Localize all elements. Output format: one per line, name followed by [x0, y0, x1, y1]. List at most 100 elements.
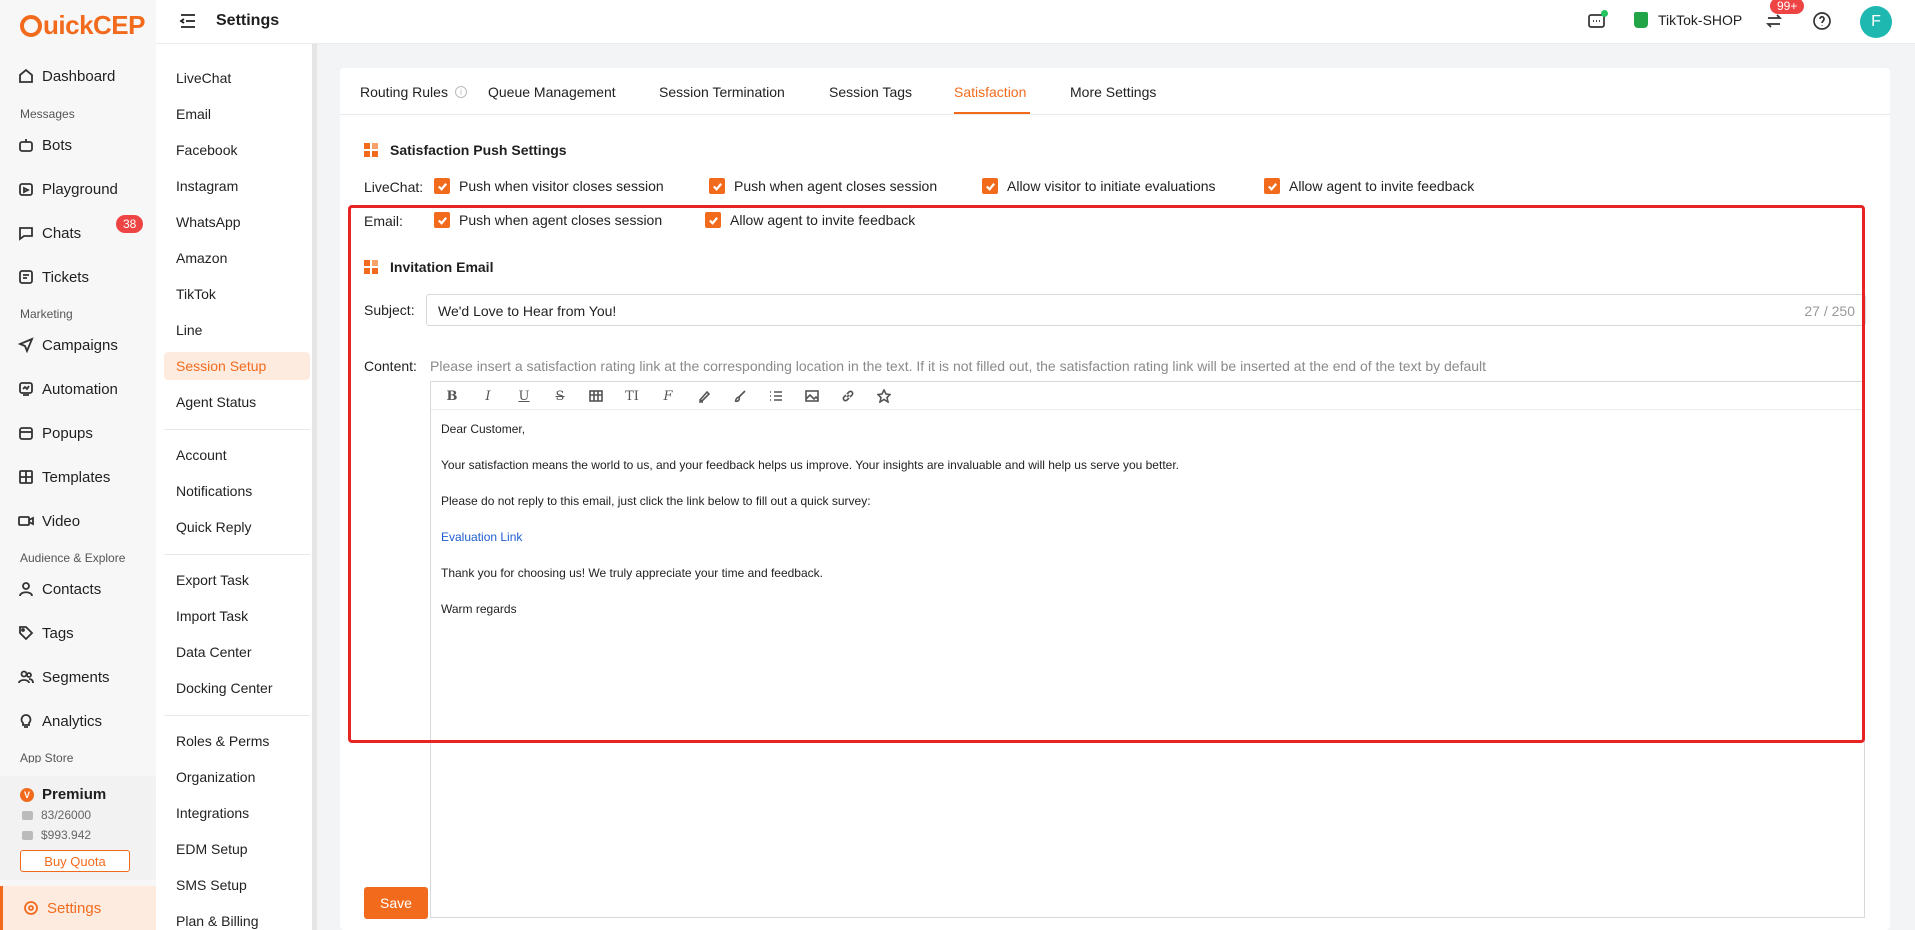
checkbox-checked-icon	[709, 178, 725, 194]
subject-char-count: 27 / 250	[1804, 303, 1855, 319]
content-label: Content:	[364, 358, 417, 374]
bold-icon[interactable]: B	[444, 388, 460, 404]
nav-analytics[interactable]: Analytics	[18, 709, 102, 733]
nav-section-audience: Audience & Explore	[20, 551, 126, 565]
info-icon[interactable]: i	[454, 86, 467, 98]
user-avatar[interactable]: F	[1860, 6, 1892, 38]
submenu-instagram[interactable]: Instagram	[176, 178, 238, 194]
menu-collapse-icon[interactable]	[178, 11, 198, 31]
image-icon[interactable]	[804, 388, 820, 404]
checkbox-livechat-visitor-evaluations[interactable]: Allow visitor to initiate evaluations	[982, 178, 1216, 194]
submenu-email[interactable]: Email	[176, 106, 211, 122]
list-icon[interactable]	[768, 388, 784, 404]
shop-selector[interactable]: TikTok-SHOP	[1634, 12, 1742, 28]
submenu-line[interactable]: Line	[176, 322, 202, 338]
submenu-session-setup[interactable]: Session Setup	[164, 352, 310, 380]
video-icon	[18, 513, 34, 529]
table-icon[interactable]	[588, 388, 604, 404]
nav-templates[interactable]: Templates	[18, 465, 110, 489]
chat-icon	[18, 225, 34, 241]
submenu-import-task[interactable]: Import Task	[176, 608, 248, 624]
save-button[interactable]: Save	[364, 887, 428, 919]
tab-routing-rules[interactable]: Routing Rules i	[360, 84, 467, 100]
nav-video[interactable]: Video	[18, 509, 80, 533]
top-bar: Settings TikTok-SHOP 99+ F	[156, 0, 1915, 44]
section-grid-icon	[364, 143, 378, 157]
nav-dashboard[interactable]: Dashboard	[18, 64, 115, 88]
submenu-sms-setup[interactable]: SMS Setup	[176, 877, 247, 893]
tab-session-tags[interactable]: Session Tags	[829, 84, 912, 100]
submenu-agent-status[interactable]: Agent Status	[176, 394, 256, 410]
star-icon[interactable]	[876, 388, 892, 404]
submenu-livechat[interactable]: LiveChat	[176, 70, 231, 86]
tab-more-settings[interactable]: More Settings	[1070, 84, 1156, 100]
nav-playground[interactable]: Playground	[18, 177, 118, 201]
nav-automation[interactable]: Automation	[18, 377, 118, 401]
submenu-divider	[164, 554, 310, 555]
submenu-roles-perms[interactable]: Roles & Perms	[176, 733, 269, 749]
submenu-export-task[interactable]: Export Task	[176, 572, 249, 588]
nav-settings[interactable]: Settings	[0, 886, 156, 930]
submenu-amazon[interactable]: Amazon	[176, 250, 227, 266]
nav-tags[interactable]: Tags	[18, 621, 74, 645]
strikethrough-icon[interactable]: S	[552, 388, 568, 404]
subject-value: We'd Love to Hear from You!	[438, 303, 617, 319]
submenu-plan-billing[interactable]: Plan & Billing	[176, 913, 259, 929]
editor-toolbar: B I U S TI F	[431, 382, 1864, 410]
checkbox-livechat-agent-closes[interactable]: Push when agent closes session	[709, 178, 937, 194]
submenu-edm-setup[interactable]: EDM Setup	[176, 841, 248, 857]
submenu-integrations[interactable]: Integrations	[176, 805, 249, 821]
checkbox-checked-icon	[434, 212, 450, 228]
checkbox-livechat-agent-invite[interactable]: Allow agent to invite feedback	[1264, 178, 1474, 194]
checkbox-email-agent-invite[interactable]: Allow agent to invite feedback	[705, 212, 915, 228]
nav-tickets[interactable]: Tickets	[18, 265, 89, 289]
brush-icon[interactable]	[732, 388, 748, 404]
submenu-organization[interactable]: Organization	[176, 769, 255, 785]
submenu-notifications[interactable]: Notifications	[176, 483, 252, 499]
logo-q-icon	[20, 15, 42, 37]
submenu-quick-reply[interactable]: Quick Reply	[176, 519, 251, 535]
main-panel: Routing Rules i Queue Management Session …	[340, 68, 1890, 930]
underline-icon[interactable]: U	[516, 388, 532, 404]
active-tab-indicator	[954, 112, 1030, 114]
nav-chats[interactable]: Chats	[18, 221, 81, 245]
checkbox-checked-icon	[434, 178, 450, 194]
submenu-account[interactable]: Account	[176, 447, 227, 463]
premium-balance: $993.942	[22, 828, 91, 842]
help-icon[interactable]	[1812, 11, 1832, 31]
submenu-whatsapp[interactable]: WhatsApp	[176, 214, 241, 230]
tab-satisfaction[interactable]: Satisfaction	[954, 84, 1026, 100]
highlight-icon[interactable]	[696, 388, 712, 404]
user-icon	[18, 581, 34, 597]
tab-session-termination[interactable]: Session Termination	[659, 84, 785, 100]
nav-popups[interactable]: Popups	[18, 421, 93, 445]
app-logo[interactable]: uickCEP	[20, 10, 146, 41]
rich-text-editor[interactable]: B I U S TI F Dear Customer, Your satisfa…	[430, 381, 1865, 918]
nav-bots[interactable]: Bots	[18, 133, 72, 157]
font-family-icon[interactable]: F	[660, 388, 676, 404]
invitation-email-title: Invitation Email	[364, 259, 493, 275]
submenu-docking-center[interactable]: Docking Center	[176, 680, 273, 696]
buy-quota-button[interactable]: Buy Quota	[20, 850, 130, 872]
submenu-scrollbar[interactable]	[312, 44, 317, 930]
evaluation-link[interactable]: Evaluation Link	[441, 528, 1179, 546]
nav-campaigns[interactable]: Campaigns	[18, 333, 118, 357]
nav-contacts[interactable]: Contacts	[18, 577, 101, 601]
italic-icon[interactable]: I	[480, 388, 496, 404]
automation-icon	[18, 381, 34, 397]
submenu-data-center[interactable]: Data Center	[176, 644, 251, 660]
checkbox-email-agent-closes[interactable]: Push when agent closes session	[434, 212, 662, 228]
link-icon[interactable]	[840, 388, 856, 404]
nav-section-app-store: App Store	[20, 751, 74, 763]
tabs-bar: Routing Rules i Queue Management Session …	[340, 68, 1890, 115]
switch-icon[interactable]	[1764, 11, 1784, 31]
message-board-icon[interactable]	[1587, 10, 1608, 31]
tab-queue-management[interactable]: Queue Management	[488, 84, 616, 100]
font-size-icon[interactable]: TI	[624, 388, 640, 404]
template-icon	[18, 469, 34, 485]
subject-input[interactable]: We'd Love to Hear from You! 27 / 250	[426, 294, 1866, 326]
checkbox-livechat-visitor-closes[interactable]: Push when visitor closes session	[434, 178, 664, 194]
submenu-tiktok[interactable]: TikTok	[176, 286, 216, 302]
submenu-facebook[interactable]: Facebook	[176, 142, 237, 158]
nav-segments[interactable]: Segments	[18, 665, 110, 689]
